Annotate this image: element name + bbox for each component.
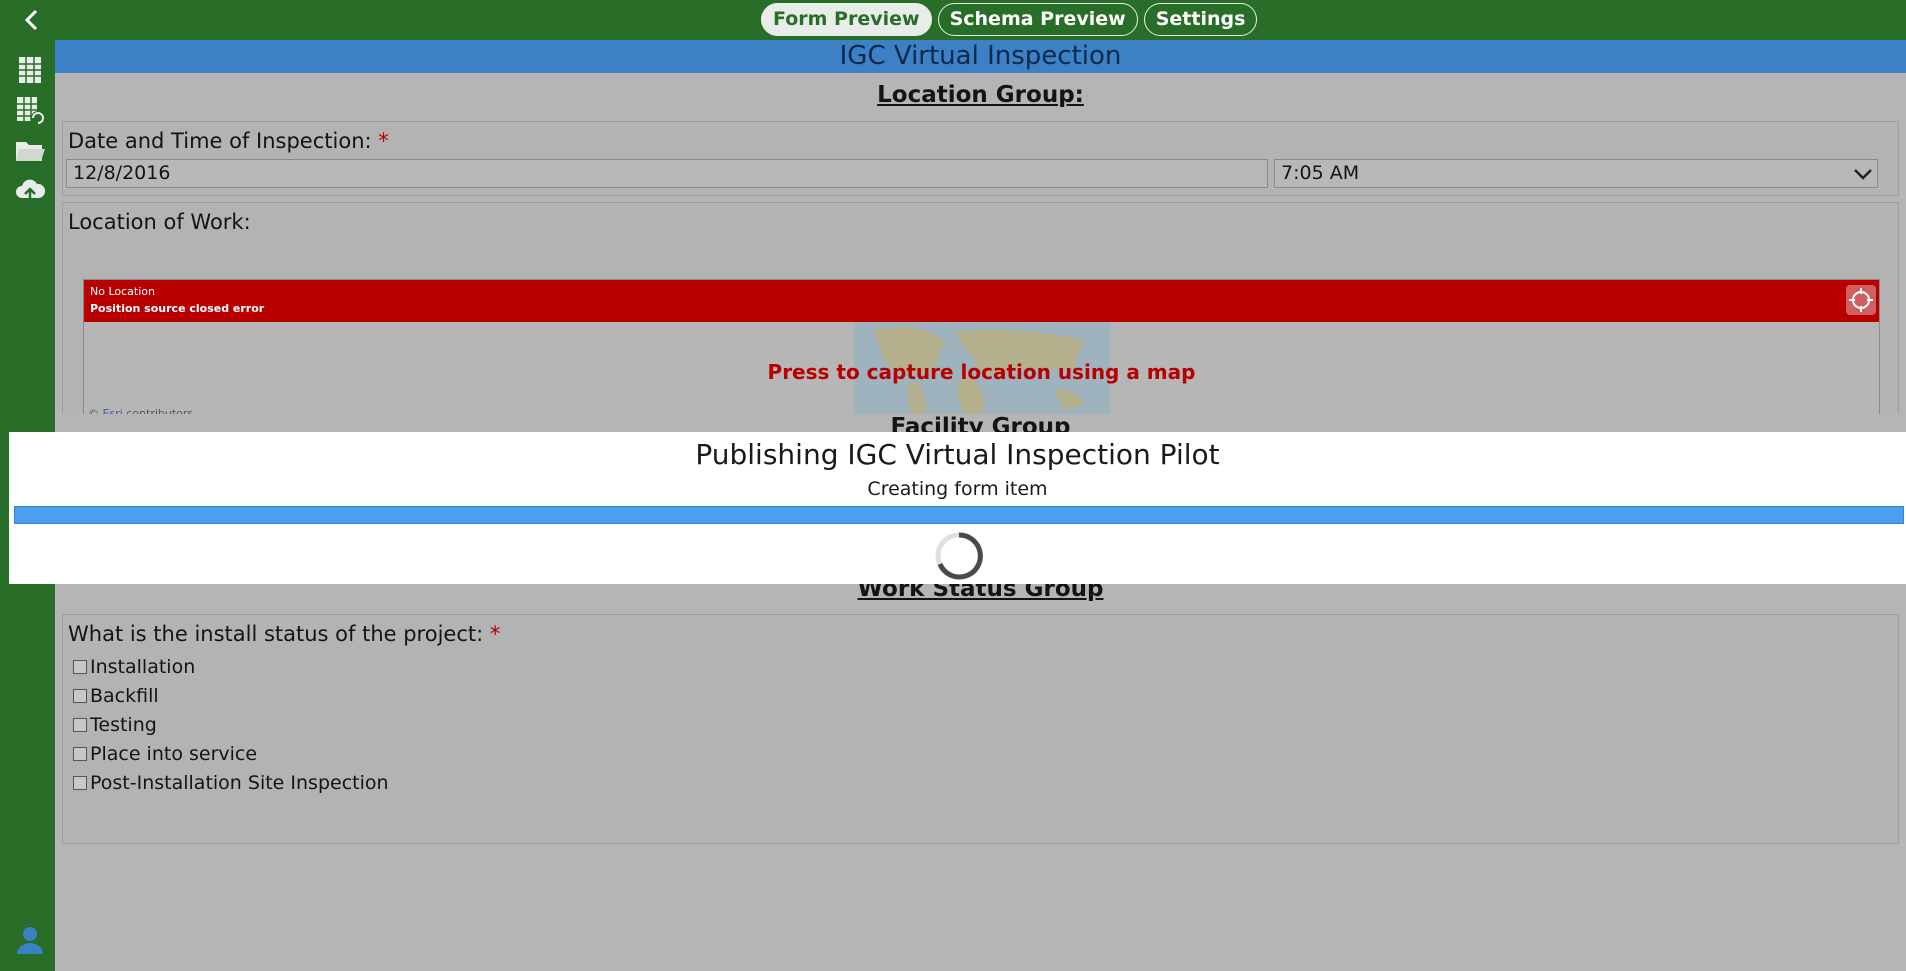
install-status-label: What is the install status of the projec…: [68, 622, 484, 646]
date-field[interactable]: 12/8/2016: [66, 159, 1268, 188]
install-status-question: What is the install status of the projec…: [62, 614, 1899, 844]
checkbox-testing[interactable]: Testing: [73, 712, 157, 738]
checkbox[interactable]: [73, 718, 87, 732]
checkbox[interactable]: [73, 660, 87, 674]
view-tabs: Form Preview Schema Preview Settings: [761, 3, 1258, 36]
time-value: 7:05 AM: [1281, 162, 1360, 184]
location-group-title: Location Group:: [877, 82, 1084, 108]
location-question: Location of Work: No Location Position s…: [62, 202, 1899, 442]
no-location-text: No Location: [90, 285, 155, 298]
publishing-dialog: Publishing IGC Virtual Inspection Pilot …: [9, 432, 1906, 584]
table-icon[interactable]: [14, 54, 46, 86]
locate-button[interactable]: [1846, 285, 1876, 315]
back-arrow-icon[interactable]: [18, 6, 46, 34]
crosshair-icon: [1849, 288, 1873, 312]
top-bar: Form Preview Schema Preview Settings: [0, 0, 1906, 40]
publishing-status: Creating form item: [867, 478, 1048, 500]
cloud-upload-icon[interactable]: [14, 174, 46, 206]
checkbox-post-installation[interactable]: Post-Installation Site Inspection: [73, 770, 389, 796]
location-label: Location of Work:: [68, 210, 251, 234]
chevron-down-icon: [1854, 169, 1872, 180]
checkbox[interactable]: [73, 776, 87, 790]
checkbox-backfill[interactable]: Backfill: [73, 683, 159, 709]
tab-schema-preview[interactable]: Schema Preview: [937, 3, 1138, 36]
checkbox-installation[interactable]: Installation: [73, 654, 195, 680]
checkbox[interactable]: [73, 747, 87, 761]
required-marker: *: [378, 129, 389, 153]
checkbox[interactable]: [73, 689, 87, 703]
table-refresh-icon[interactable]: [14, 94, 46, 126]
location-map[interactable]: No Location Position source closed error…: [83, 279, 1880, 423]
capture-location-prompt: Press to capture location using a map: [767, 360, 1196, 384]
required-marker: *: [489, 622, 501, 646]
tab-settings[interactable]: Settings: [1143, 3, 1258, 36]
progress-bar: [14, 506, 1904, 524]
loading-spinner-icon: [935, 532, 983, 580]
location-error-banner: No Location Position source closed error: [84, 280, 1879, 322]
user-icon[interactable]: [14, 923, 46, 955]
folder-icon[interactable]: [14, 134, 46, 166]
location-error-text: Position source closed error: [90, 302, 265, 315]
time-field[interactable]: 7:05 AM: [1274, 159, 1878, 188]
tab-form-preview[interactable]: Form Preview: [761, 3, 932, 36]
datetime-label: Date and Time of Inspection:: [68, 129, 372, 153]
publishing-title: Publishing IGC Virtual Inspection Pilot: [695, 438, 1220, 471]
form-title: IGC Virtual Inspection: [55, 40, 1906, 73]
checkbox-place-into-service[interactable]: Place into service: [73, 741, 257, 767]
datetime-question: Date and Time of Inspection: * 12/8/2016…: [62, 121, 1899, 196]
